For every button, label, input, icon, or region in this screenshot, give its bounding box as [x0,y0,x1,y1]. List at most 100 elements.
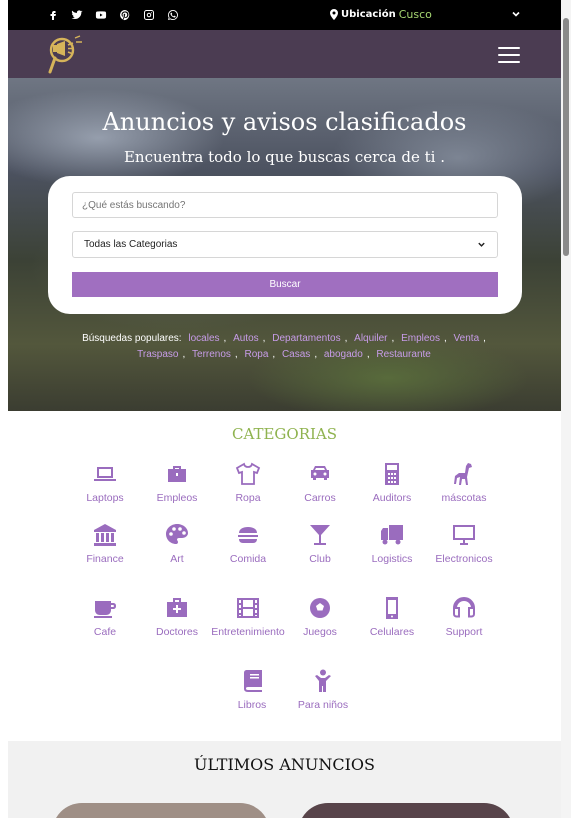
shirt-icon [235,462,261,485]
category-mascotas[interactable]: máscotas [424,461,504,504]
category-laptops[interactable]: Laptops [65,461,145,504]
category-label: Finance [86,553,124,565]
instagram-icon[interactable] [142,8,155,21]
category-label: Comida [229,553,267,565]
medkit-icon [167,598,187,617]
popular-link[interactable]: abogado [324,349,363,360]
category-label: Entretenimiento [211,626,285,638]
top-bar: Ubicación Cusco [8,0,561,30]
social-links [46,8,179,21]
location-city: Cusco [398,8,432,21]
popular-link[interactable]: Terrenos [192,349,231,360]
film-icon [237,598,259,618]
category-cafe[interactable]: Cafe [65,595,145,638]
location-selector[interactable]: Ubicación Cusco [330,8,432,21]
car-icon [311,466,329,480]
cocktail-icon [310,525,330,545]
category-label: Laptops [86,492,124,504]
location-label: Ubicación [341,9,396,20]
category-doctores[interactable]: Doctores [137,595,217,638]
category-label: Celulares [369,626,415,638]
category-label: Electronicos [435,553,493,565]
category-celulares[interactable]: Celulares [352,595,432,638]
category-label: Art [170,553,184,565]
category-select[interactable]: Todas las Categorias [72,231,498,258]
category-label: Club [309,553,331,565]
monitor-icon [453,525,475,545]
categories-title: CATEGORIAS [231,425,338,443]
scrollbar-thumb[interactable] [563,18,569,256]
category-art[interactable]: Art [137,522,217,565]
category-libros[interactable]: Libros [212,668,292,711]
popular-link[interactable]: Alquiler [354,333,387,344]
popular-link[interactable]: Restaurante [376,349,430,360]
category-electronicos[interactable]: Electronicos [424,522,504,565]
popular-link[interactable]: Autos [233,333,259,344]
category-para-ninos[interactable]: Para niños [283,668,363,711]
category-finance[interactable]: Finance [65,522,145,565]
hero-title: Anuncios y avisos clasificados [102,108,467,136]
child-icon [315,669,331,692]
whatsapp-icon[interactable] [166,8,179,21]
category-label: Support [445,626,483,638]
latest-ads-title: ÚLTIMOS ANUNCIOS [193,755,376,774]
category-label: Libros [237,699,267,711]
category-support[interactable]: Support [424,595,504,638]
category-carros[interactable]: Carros [280,461,360,504]
popular-link[interactable]: Ropa [244,349,268,360]
category-label: Cafe [93,626,117,638]
hero-section: Anuncios y avisos clasificados Encuentra… [8,78,561,411]
category-label: Auditors [372,492,412,504]
popular-link[interactable]: Casas [282,349,310,360]
popular-searches: Búsquedas populares: locales, Autos, Dep… [82,333,486,360]
popular-searches-label: Búsquedas populares: [82,333,182,344]
mobile-icon [386,597,398,619]
twitter-icon[interactable] [70,8,83,21]
category-comida[interactable]: Comida [208,522,288,565]
category-empleos[interactable]: Empleos [137,461,217,504]
facebook-icon[interactable] [46,8,59,21]
category-label: Para niños [297,699,349,711]
ad-card-image[interactable] [298,803,514,818]
pinterest-icon[interactable] [118,8,131,21]
hero-subtitle: Encuentra todo lo que buscas cerca de ti… [123,148,446,166]
site-header [8,30,561,78]
search-input[interactable] [72,192,498,218]
popular-link[interactable]: locales [188,333,219,344]
category-ropa[interactable]: Ropa [208,461,288,504]
category-label: Ropa [235,492,261,504]
calculator-icon [385,463,399,485]
category-label: Logistics [371,553,413,565]
logo-icon[interactable] [44,32,90,76]
chevron-down-icon[interactable] [511,9,521,19]
category-select-value: Todas las Categorias [84,239,178,250]
category-label: Empleos [156,492,198,504]
book-icon [244,670,262,692]
popular-link[interactable]: Empleos [401,333,440,344]
truck-icon [381,525,403,545]
briefcase-icon [168,466,186,482]
category-label: Carros [304,492,336,504]
latest-ads-section: ÚLTIMOS ANUNCIOS [8,741,561,818]
coffee-icon [94,601,116,618]
search-button[interactable]: Buscar [72,272,498,297]
youtube-icon[interactable] [94,8,107,21]
category-club[interactable]: Club [280,522,360,565]
category-logistics[interactable]: Logistics [352,522,432,565]
hamburger-menu-icon[interactable] [498,47,520,63]
category-label: Juegos [303,626,337,638]
giraffe-icon [454,463,472,485]
laptop-icon [94,467,116,481]
burger-icon [238,527,258,543]
palette-icon [166,524,188,544]
category-auditors[interactable]: Auditors [352,461,432,504]
popular-link[interactable]: Departamentos [272,333,340,344]
ad-card-image[interactable] [52,803,270,818]
soccer-ball-icon [310,598,330,618]
chevron-down-icon [478,242,485,247]
popular-link[interactable]: Traspaso [137,349,178,360]
bank-icon [94,524,116,546]
popular-link[interactable]: Venta [454,333,480,344]
category-entretenimiento[interactable]: Entretenimiento [208,595,288,638]
category-juegos[interactable]: Juegos [280,595,360,638]
